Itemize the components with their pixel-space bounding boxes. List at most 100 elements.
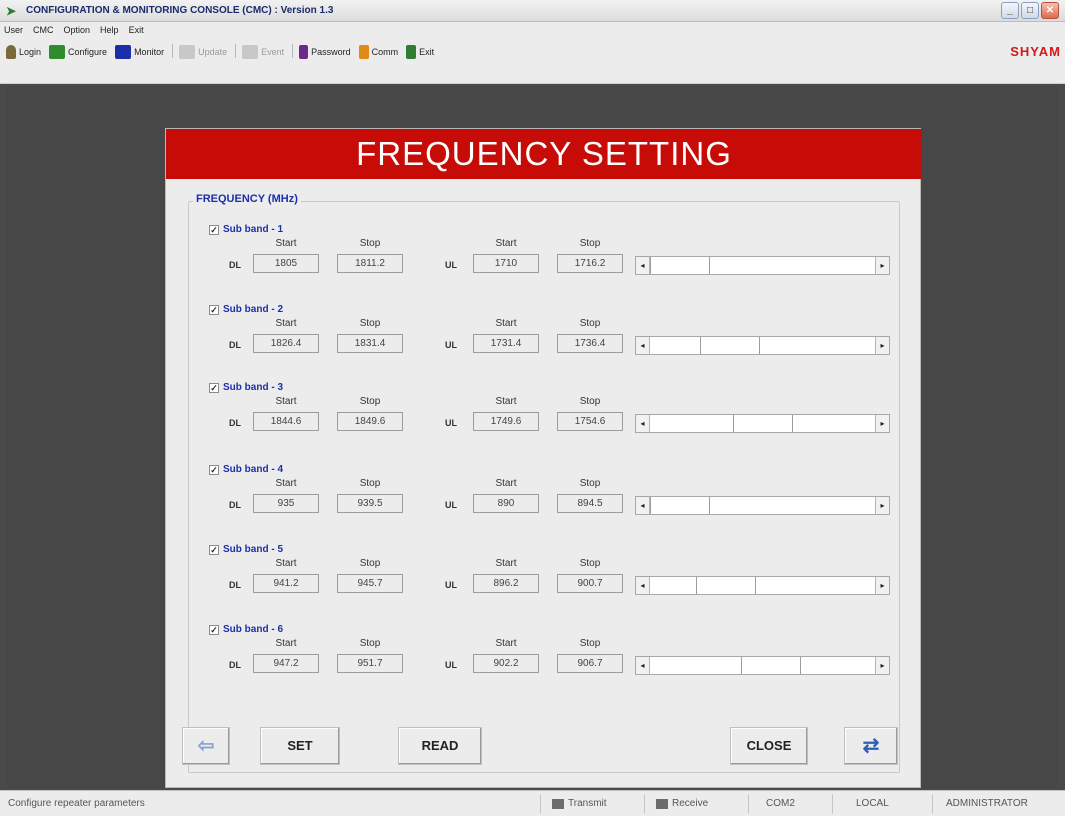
close-button[interactable]: CLOSE xyxy=(730,727,808,765)
slider-right-arrow-icon[interactable]: ▸ xyxy=(875,415,889,432)
slider-left-arrow-icon[interactable]: ◂ xyxy=(636,657,650,674)
band-slider[interactable]: ◂ ▸ xyxy=(635,336,890,355)
slider-right-arrow-icon[interactable]: ▸ xyxy=(875,257,889,274)
slider-left-arrow-icon[interactable]: ◂ xyxy=(636,497,650,514)
toolbar-login-button[interactable]: Login xyxy=(6,44,41,60)
dl-start-field[interactable]: 1826.4 xyxy=(253,334,319,353)
dl-start-field[interactable]: 1805 xyxy=(253,254,319,273)
exit-icon xyxy=(406,45,417,59)
sub-band-checkbox[interactable]: ✓ xyxy=(209,304,219,315)
dl-stop-field[interactable]: 1811.2 xyxy=(337,254,403,273)
set-button[interactable]: SET xyxy=(260,727,340,765)
ul-label: UL xyxy=(445,418,457,428)
sub-band-header: ✓ Sub band - 4 xyxy=(209,464,283,475)
ul-start-field[interactable]: 1731.4 xyxy=(473,334,539,353)
ul-stop-field[interactable]: 1736.4 xyxy=(557,334,623,353)
toolbar-update-button[interactable]: Update xyxy=(179,44,227,60)
status-separator xyxy=(832,794,833,814)
sub-band-header: ✓ Sub band - 5 xyxy=(209,544,283,555)
slider-left-arrow-icon[interactable]: ◂ xyxy=(636,577,650,594)
ul-stop-field[interactable]: 900.7 xyxy=(557,574,623,593)
toolbar-separator xyxy=(235,44,237,58)
toolbar-event-button[interactable]: Event xyxy=(242,44,284,60)
dl-start-field[interactable]: 935 xyxy=(253,494,319,513)
slider-thumb[interactable] xyxy=(733,415,793,432)
status-bar: Configure repeater parameters Transmit R… xyxy=(0,790,1065,816)
ul-start-field[interactable]: 896.2 xyxy=(473,574,539,593)
dl-stop-field[interactable]: 951.7 xyxy=(337,654,403,673)
ul-label: UL xyxy=(445,660,457,670)
dl-stop-header: Stop xyxy=(359,478,381,489)
slider-track[interactable] xyxy=(650,497,875,514)
sub-band-checkbox[interactable]: ✓ xyxy=(209,464,219,475)
next-button[interactable]: ⇄ xyxy=(844,727,898,765)
ul-stop-field[interactable]: 1754.6 xyxy=(557,412,623,431)
dl-start-field[interactable]: 941.2 xyxy=(253,574,319,593)
toolbar-monitor-button[interactable]: Monitor xyxy=(115,44,164,60)
menu-user[interactable]: User xyxy=(4,25,23,35)
ul-label: UL xyxy=(445,260,457,270)
slider-thumb[interactable] xyxy=(741,657,801,674)
toolbar-configure-button[interactable]: Configure xyxy=(49,44,107,60)
maximize-button[interactable]: □ xyxy=(1021,2,1039,19)
ul-start-field[interactable]: 902.2 xyxy=(473,654,539,673)
ul-stop-field[interactable]: 1716.2 xyxy=(557,254,623,273)
slider-thumb[interactable] xyxy=(650,497,710,514)
sub-band-checkbox[interactable]: ✓ xyxy=(209,224,219,235)
slider-track[interactable] xyxy=(650,415,875,432)
band-slider[interactable]: ◂ ▸ xyxy=(635,656,890,675)
close-window-button[interactable]: ✕ xyxy=(1041,2,1059,19)
slider-track[interactable] xyxy=(650,257,875,274)
sub-band-checkbox[interactable]: ✓ xyxy=(209,544,219,555)
slider-track[interactable] xyxy=(650,657,875,674)
band-slider[interactable]: ◂ ▸ xyxy=(635,496,890,515)
ul-stop-header: Stop xyxy=(579,318,601,329)
slider-left-arrow-icon[interactable]: ◂ xyxy=(636,415,650,432)
slider-right-arrow-icon[interactable]: ▸ xyxy=(875,497,889,514)
sub-band-3: ✓ Sub band - 3 Start Stop Start Stop DL … xyxy=(189,382,901,460)
toolbar-password-button[interactable]: Password xyxy=(299,44,351,60)
ul-stop-field[interactable]: 894.5 xyxy=(557,494,623,513)
slider-left-arrow-icon[interactable]: ◂ xyxy=(636,337,650,354)
sub-band-checkbox[interactable]: ✓ xyxy=(209,382,219,393)
ul-start-field[interactable]: 1710 xyxy=(473,254,539,273)
slider-right-arrow-icon[interactable]: ▸ xyxy=(875,657,889,674)
ul-start-field[interactable]: 890 xyxy=(473,494,539,513)
band-slider[interactable]: ◂ ▸ xyxy=(635,414,890,433)
read-button[interactable]: READ xyxy=(398,727,482,765)
ul-start-field[interactable]: 1749.6 xyxy=(473,412,539,431)
menu-help[interactable]: Help xyxy=(100,25,119,35)
menu-exit[interactable]: Exit xyxy=(129,25,144,35)
slider-thumb[interactable] xyxy=(700,337,760,354)
menu-option[interactable]: Option xyxy=(64,25,91,35)
menu-cmc[interactable]: CMC xyxy=(33,25,54,35)
ul-start-header: Start xyxy=(495,478,517,489)
toolbar-monitor-label: Monitor xyxy=(134,47,165,57)
toolbar-exit-button[interactable]: Exit xyxy=(406,44,434,60)
dl-stop-field[interactable]: 945.7 xyxy=(337,574,403,593)
mode-status: LOCAL xyxy=(856,798,889,809)
dl-stop-field[interactable]: 1831.4 xyxy=(337,334,403,353)
slider-left-arrow-icon[interactable]: ◂ xyxy=(636,257,650,274)
band-slider[interactable]: ◂ ▸ xyxy=(635,576,890,595)
ul-label: UL xyxy=(445,500,457,510)
slider-right-arrow-icon[interactable]: ▸ xyxy=(875,337,889,354)
slider-thumb[interactable] xyxy=(650,257,710,274)
toolbar-comm-button[interactable]: Comm xyxy=(358,44,398,60)
sub-band-checkbox[interactable]: ✓ xyxy=(209,624,219,635)
slider-thumb[interactable] xyxy=(696,577,756,594)
dl-stop-field[interactable]: 939.5 xyxy=(337,494,403,513)
minimize-button[interactable]: _ xyxy=(1001,2,1019,19)
slider-track[interactable] xyxy=(650,577,875,594)
band-slider[interactable]: ◂ ▸ xyxy=(635,256,890,275)
dl-start-header: Start xyxy=(275,638,297,649)
transmit-icon xyxy=(552,798,564,809)
dl-start-field[interactable]: 947.2 xyxy=(253,654,319,673)
slider-track[interactable] xyxy=(650,337,875,354)
dl-stop-field[interactable]: 1849.6 xyxy=(337,412,403,431)
dl-start-field[interactable]: 1844.6 xyxy=(253,412,319,431)
slider-right-arrow-icon[interactable]: ▸ xyxy=(875,577,889,594)
ul-stop-field[interactable]: 906.7 xyxy=(557,654,623,673)
previous-button[interactable]: ⇦ xyxy=(182,727,230,765)
receive-indicator: Receive xyxy=(656,798,708,809)
